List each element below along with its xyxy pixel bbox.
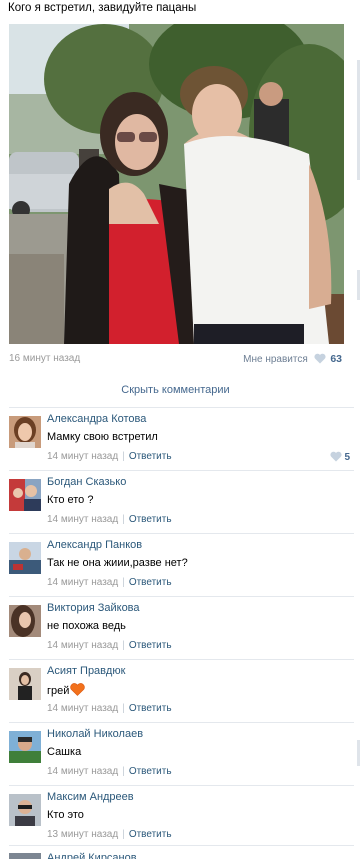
avatar[interactable]: [9, 794, 41, 826]
heart-emoji-icon: [70, 683, 86, 696]
avatar[interactable]: [9, 605, 41, 637]
reply-link[interactable]: Ответить: [129, 577, 172, 588]
like-count: 63: [330, 353, 342, 365]
comment-author[interactable]: Александр Панков: [47, 539, 142, 551]
reply-link[interactable]: Ответить: [129, 829, 172, 840]
comment-text: Кто ето ?: [47, 494, 94, 506]
comment-item: Богдан Сказько Кто ето ? 14 минут назад |…: [9, 470, 354, 533]
comment-text: Сашка: [47, 746, 82, 758]
comment-meta: 14 минут назад | Ответить: [47, 451, 172, 462]
comment-item: Александр Панков Так не она жиии,разве н…: [9, 533, 354, 596]
avatar[interactable]: [9, 731, 41, 763]
hide-comments-link[interactable]: Скрыть комментарии: [9, 372, 342, 407]
like-label: Мне нравится: [243, 354, 308, 365]
comment-author[interactable]: Александра Котова: [47, 413, 146, 425]
comment-item: Асият Правдюк грей 14 минут назад | Ответи…: [9, 659, 354, 722]
reply-link[interactable]: Ответить: [129, 514, 172, 525]
reply-link[interactable]: Ответить: [129, 766, 172, 777]
reply-link[interactable]: Ответить: [129, 640, 172, 651]
comment-meta: 14 минут назад | Ответить: [47, 703, 172, 714]
post-meta: 16 минут назад Мне нравится 63: [9, 351, 342, 367]
avatar[interactable]: [9, 853, 41, 859]
comment-meta: 14 минут назад | Ответить: [47, 640, 172, 651]
comment-text: грей: [47, 683, 86, 697]
comment-author[interactable]: Андрей Кирсанов: [47, 851, 137, 859]
comment-like-button[interactable]: 5: [330, 451, 350, 463]
reply-link[interactable]: Ответить: [129, 451, 172, 462]
comment-meta: 14 минут назад | Ответить: [47, 766, 172, 777]
comment-author[interactable]: Асият Правдюк: [47, 665, 125, 677]
comment-text: не похожа ведь: [47, 620, 126, 632]
comments-list: Александра Котова Мамку свою встретил 14…: [9, 407, 354, 848]
avatar[interactable]: [9, 416, 41, 448]
avatar[interactable]: [9, 668, 41, 700]
post-photo[interactable]: [9, 24, 344, 344]
comment-time[interactable]: 14 минут назад: [47, 577, 118, 588]
comment-item: Николай Николаев Сашка 14 минут назад | От…: [9, 722, 354, 785]
heart-icon: [330, 451, 342, 462]
comment-like-count: 5: [344, 452, 350, 463]
comment-meta: 14 минут назад | Ответить: [47, 577, 172, 588]
comment-item: Виктория Зайкова не похожа ведь 14 минут…: [9, 596, 354, 659]
comment-time[interactable]: 14 минут назад: [47, 514, 118, 525]
comment-time[interactable]: 14 минут назад: [47, 451, 118, 462]
comment-meta: 14 минут назад | Ответить: [47, 514, 172, 525]
comment-time[interactable]: 13 минут назад: [47, 829, 118, 840]
reply-link[interactable]: Ответить: [129, 703, 172, 714]
comment-author[interactable]: Богдан Сказько: [47, 476, 126, 488]
like-button[interactable]: Мне нравится 63: [243, 351, 342, 368]
comment-item: Александра Котова Мамку свою встретил 14…: [9, 407, 354, 470]
heart-icon: [313, 353, 326, 364]
comment-time[interactable]: 14 минут назад: [47, 766, 118, 777]
comment-text: Так не она жиии,разве нет?: [47, 557, 188, 569]
comment-divider: [9, 845, 354, 846]
comment-author[interactable]: Максим Андреев: [47, 791, 134, 803]
comment-time[interactable]: 14 минут назад: [47, 640, 118, 651]
avatar[interactable]: [9, 542, 41, 574]
comment-author[interactable]: Николай Николаев: [47, 728, 143, 740]
comment-time[interactable]: 14 минут назад: [47, 703, 118, 714]
comment-text: Мамку свою встретил: [47, 431, 158, 443]
post-title: Кого я встретил, завидуйте пацаны: [8, 2, 197, 14]
comment-item: Максим Андреев Кто это 13 минут назад | От…: [9, 785, 354, 848]
post-time[interactable]: 16 минут назад: [9, 351, 80, 367]
avatar[interactable]: [9, 479, 41, 511]
comment-text: Кто это: [47, 809, 84, 821]
comment-meta: 13 минут назад | Ответить: [47, 829, 172, 840]
comment-author[interactable]: Виктория Зайкова: [47, 602, 140, 614]
comment-text-value: грей: [47, 685, 70, 697]
post-photo-image: [9, 24, 344, 344]
